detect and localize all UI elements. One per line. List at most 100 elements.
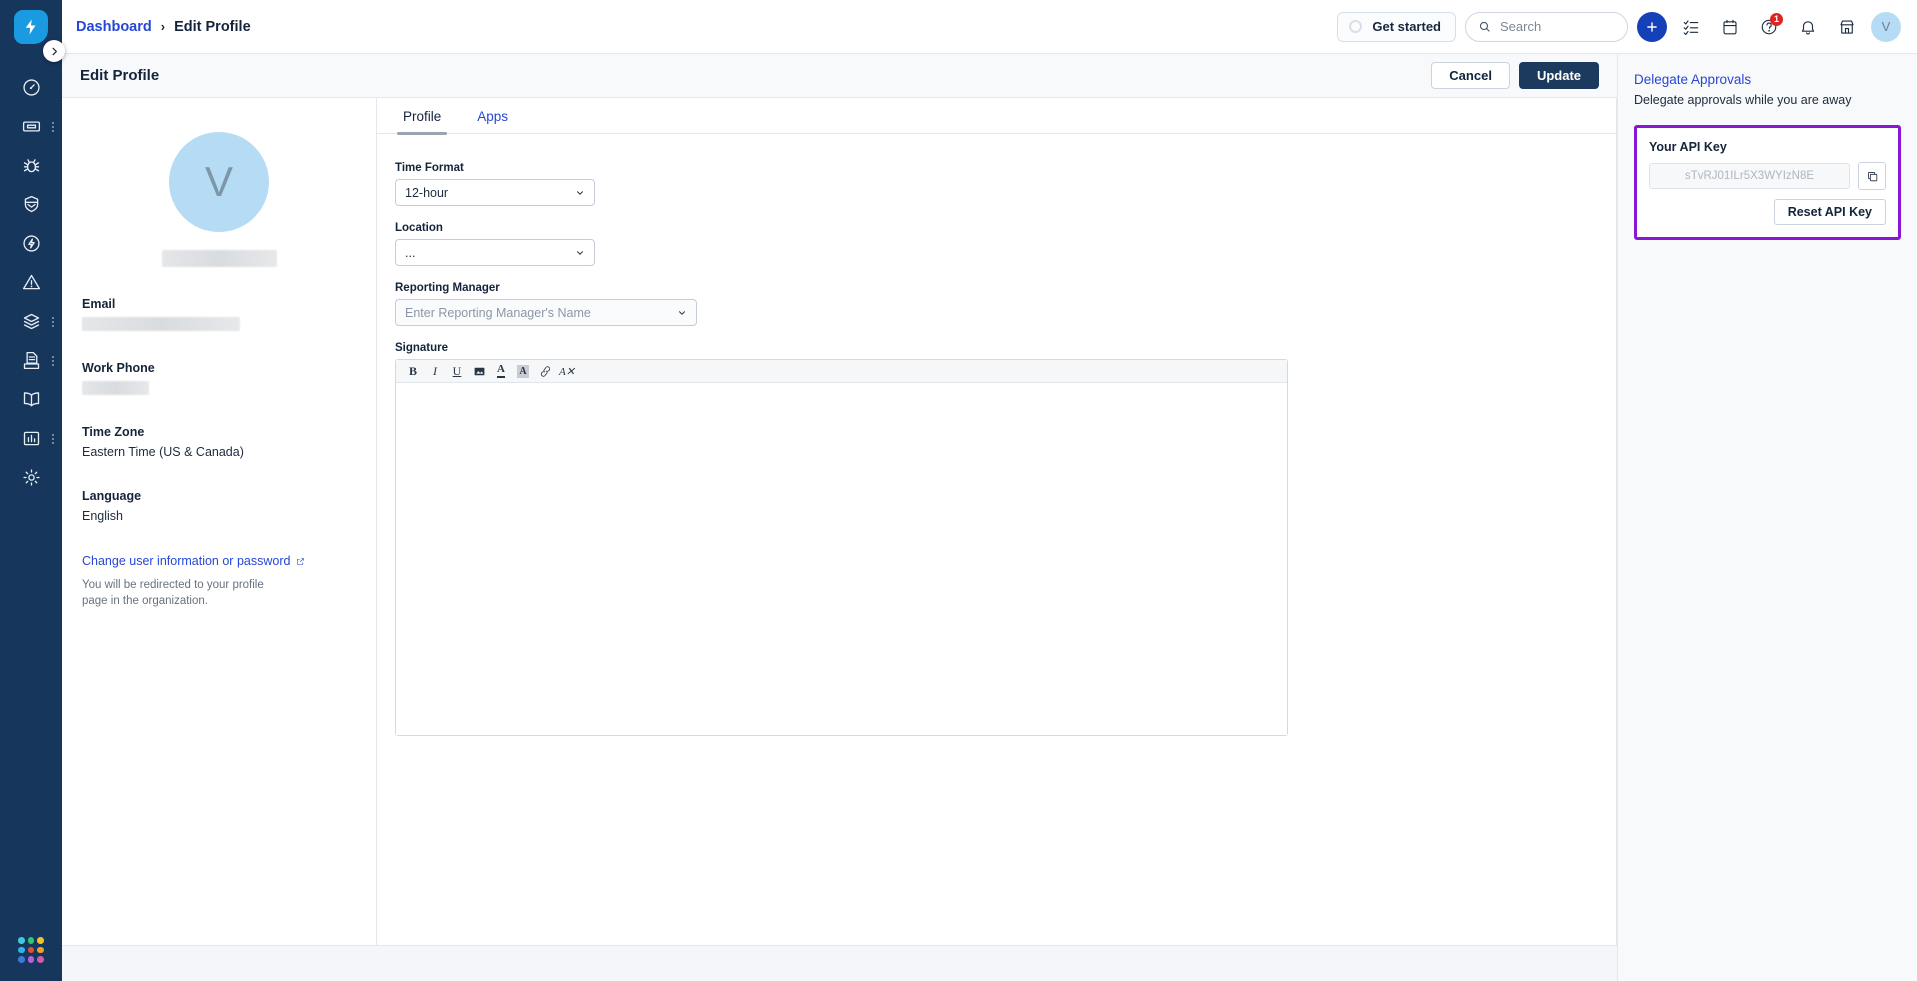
reporting-manager-input[interactable]: Enter Reporting Manager's Name xyxy=(395,299,697,326)
search-icon xyxy=(1478,20,1491,33)
calendar-icon xyxy=(1721,18,1739,36)
signature-content[interactable] xyxy=(396,383,1287,735)
change-user-info-block: Change user information or password You … xyxy=(82,553,356,609)
update-button[interactable]: Update xyxy=(1519,62,1599,89)
sidebar-item-tickets[interactable] xyxy=(0,107,62,146)
sidebar-collapse-toggle[interactable] xyxy=(43,40,65,62)
sidebar-item-admin[interactable] xyxy=(0,458,62,497)
signature-toolbar: B I U A A xyxy=(396,360,1287,383)
sidebar-item-dashboard[interactable] xyxy=(0,68,62,107)
gear-icon xyxy=(21,467,42,488)
get-started-label: Get started xyxy=(1372,19,1441,34)
signature-field: Signature B I U A xyxy=(395,342,1616,736)
api-key-section: Your API Key sTvRJ01ILr5X3WYIzN8E Reset … xyxy=(1634,125,1901,240)
page-header: Edit Profile Cancel Update xyxy=(62,54,1617,98)
sidebar-item-solutions[interactable] xyxy=(0,380,62,419)
ticket-icon xyxy=(21,116,42,137)
sidebar-item-overflow[interactable] xyxy=(52,317,54,327)
checklist-icon xyxy=(1682,18,1700,36)
sidebar-item-assets[interactable] xyxy=(0,302,62,341)
search-input[interactable]: Search xyxy=(1465,12,1628,42)
profile-field-label: Time Zone xyxy=(82,425,356,439)
profile-field: Email xyxy=(82,297,356,331)
body: Edit Profile Cancel Update V Email Work P… xyxy=(62,54,1917,981)
profile-field: Work Phone xyxy=(82,361,356,395)
font-color-icon[interactable]: A xyxy=(490,361,512,382)
calendar-button[interactable] xyxy=(1715,12,1745,42)
profile-field-label: Work Phone xyxy=(82,361,356,375)
profile-name-redacted xyxy=(162,250,277,267)
location-field: Location ... xyxy=(395,222,1616,266)
chevron-down-icon xyxy=(575,248,585,258)
chevron-down-icon xyxy=(677,308,687,318)
get-started-button[interactable]: Get started xyxy=(1337,12,1456,42)
bold-icon[interactable]: B xyxy=(402,361,424,382)
highlight-color-icon[interactable]: A xyxy=(512,361,534,382)
layers-icon xyxy=(21,311,42,332)
change-user-info-label: Change user information or password xyxy=(82,554,290,568)
delegate-approvals-subtitle: Delegate approvals while you are away xyxy=(1634,93,1901,107)
avatar-initial: V xyxy=(1882,19,1891,34)
bug-icon xyxy=(21,155,42,176)
sidebar-items xyxy=(0,68,62,497)
sidebar-item-incidents[interactable] xyxy=(0,263,62,302)
image-icon[interactable] xyxy=(468,361,490,382)
tasks-button[interactable] xyxy=(1676,12,1706,42)
content-area: V Email Work Phone Time Zone Eastern Time (… xyxy=(62,98,1617,946)
tab-profile[interactable]: Profile xyxy=(385,98,459,134)
italic-icon[interactable]: I xyxy=(424,361,446,382)
help-button[interactable]: 1 xyxy=(1754,12,1784,42)
profile-avatar[interactable]: V xyxy=(169,132,269,232)
user-avatar[interactable]: V xyxy=(1871,12,1901,42)
tab-bar: ProfileApps xyxy=(377,98,1616,134)
chevron-down-icon xyxy=(575,188,585,198)
app-switcher[interactable] xyxy=(18,937,44,963)
app-dot xyxy=(18,947,25,954)
tab-apps[interactable]: Apps xyxy=(459,98,526,134)
bar-chart-icon xyxy=(21,428,42,449)
app-dot xyxy=(37,956,44,963)
profile-field-label: Email xyxy=(82,297,356,311)
app-logo[interactable] xyxy=(14,10,48,44)
breadcrumb-dashboard[interactable]: Dashboard xyxy=(76,19,152,35)
chevron-right-icon xyxy=(49,46,60,57)
topbar-actions: Get started Search xyxy=(1337,12,1901,42)
reporting-manager-field: Reporting Manager Enter Reporting Manage… xyxy=(395,282,1616,326)
profile-field: LanguageEnglish xyxy=(82,489,356,523)
form-body: Time Format 12-hour Location ... xyxy=(377,134,1616,945)
notifications-button[interactable] xyxy=(1793,12,1823,42)
copy-api-key-button[interactable] xyxy=(1858,162,1886,190)
time-format-select[interactable]: 12-hour xyxy=(395,179,595,206)
location-select[interactable]: ... xyxy=(395,239,595,266)
reporting-manager-label: Reporting Manager xyxy=(395,282,1616,294)
underline-icon[interactable]: U xyxy=(446,361,468,382)
sidebar-item-contracts[interactable] xyxy=(0,341,62,380)
api-key-row: sTvRJ01ILr5X3WYIzN8E xyxy=(1649,162,1886,190)
cancel-button[interactable]: Cancel xyxy=(1431,62,1510,89)
profile-fields: Email Work Phone Time Zone Eastern Time (US… xyxy=(82,297,356,523)
page-title: Edit Profile xyxy=(80,67,159,84)
api-key-input[interactable]: sTvRJ01ILr5X3WYIzN8E xyxy=(1649,163,1850,189)
sidebar-item-problems[interactable] xyxy=(0,146,62,185)
link-icon[interactable] xyxy=(534,361,556,382)
profile-field-redacted xyxy=(82,317,240,331)
profile-field-value: Eastern Time (US & Canada) xyxy=(82,445,356,459)
sidebar-item-releases[interactable] xyxy=(0,224,62,263)
app-dot xyxy=(18,937,25,944)
progress-ring-icon xyxy=(1349,20,1362,33)
sidebar-item-changes[interactable] xyxy=(0,185,62,224)
sidebar-item-overflow[interactable] xyxy=(52,122,54,132)
app-dot xyxy=(37,947,44,954)
profile-field-value: English xyxy=(82,509,356,523)
delegate-approvals-link[interactable]: Delegate Approvals xyxy=(1634,72,1901,87)
change-user-info-link[interactable]: Change user information or password xyxy=(82,553,356,570)
time-format-field: Time Format 12-hour xyxy=(395,162,1616,206)
marketplace-button[interactable] xyxy=(1832,12,1862,42)
sidebar-item-overflow[interactable] xyxy=(52,434,54,444)
add-button[interactable] xyxy=(1637,12,1667,42)
reset-api-key-button[interactable]: Reset API Key xyxy=(1774,199,1886,225)
marketplace-icon xyxy=(1838,18,1856,36)
sidebar-item-analytics[interactable] xyxy=(0,419,62,458)
remove-format-icon[interactable]: A✕ xyxy=(556,361,578,382)
sidebar-item-overflow[interactable] xyxy=(52,356,54,366)
